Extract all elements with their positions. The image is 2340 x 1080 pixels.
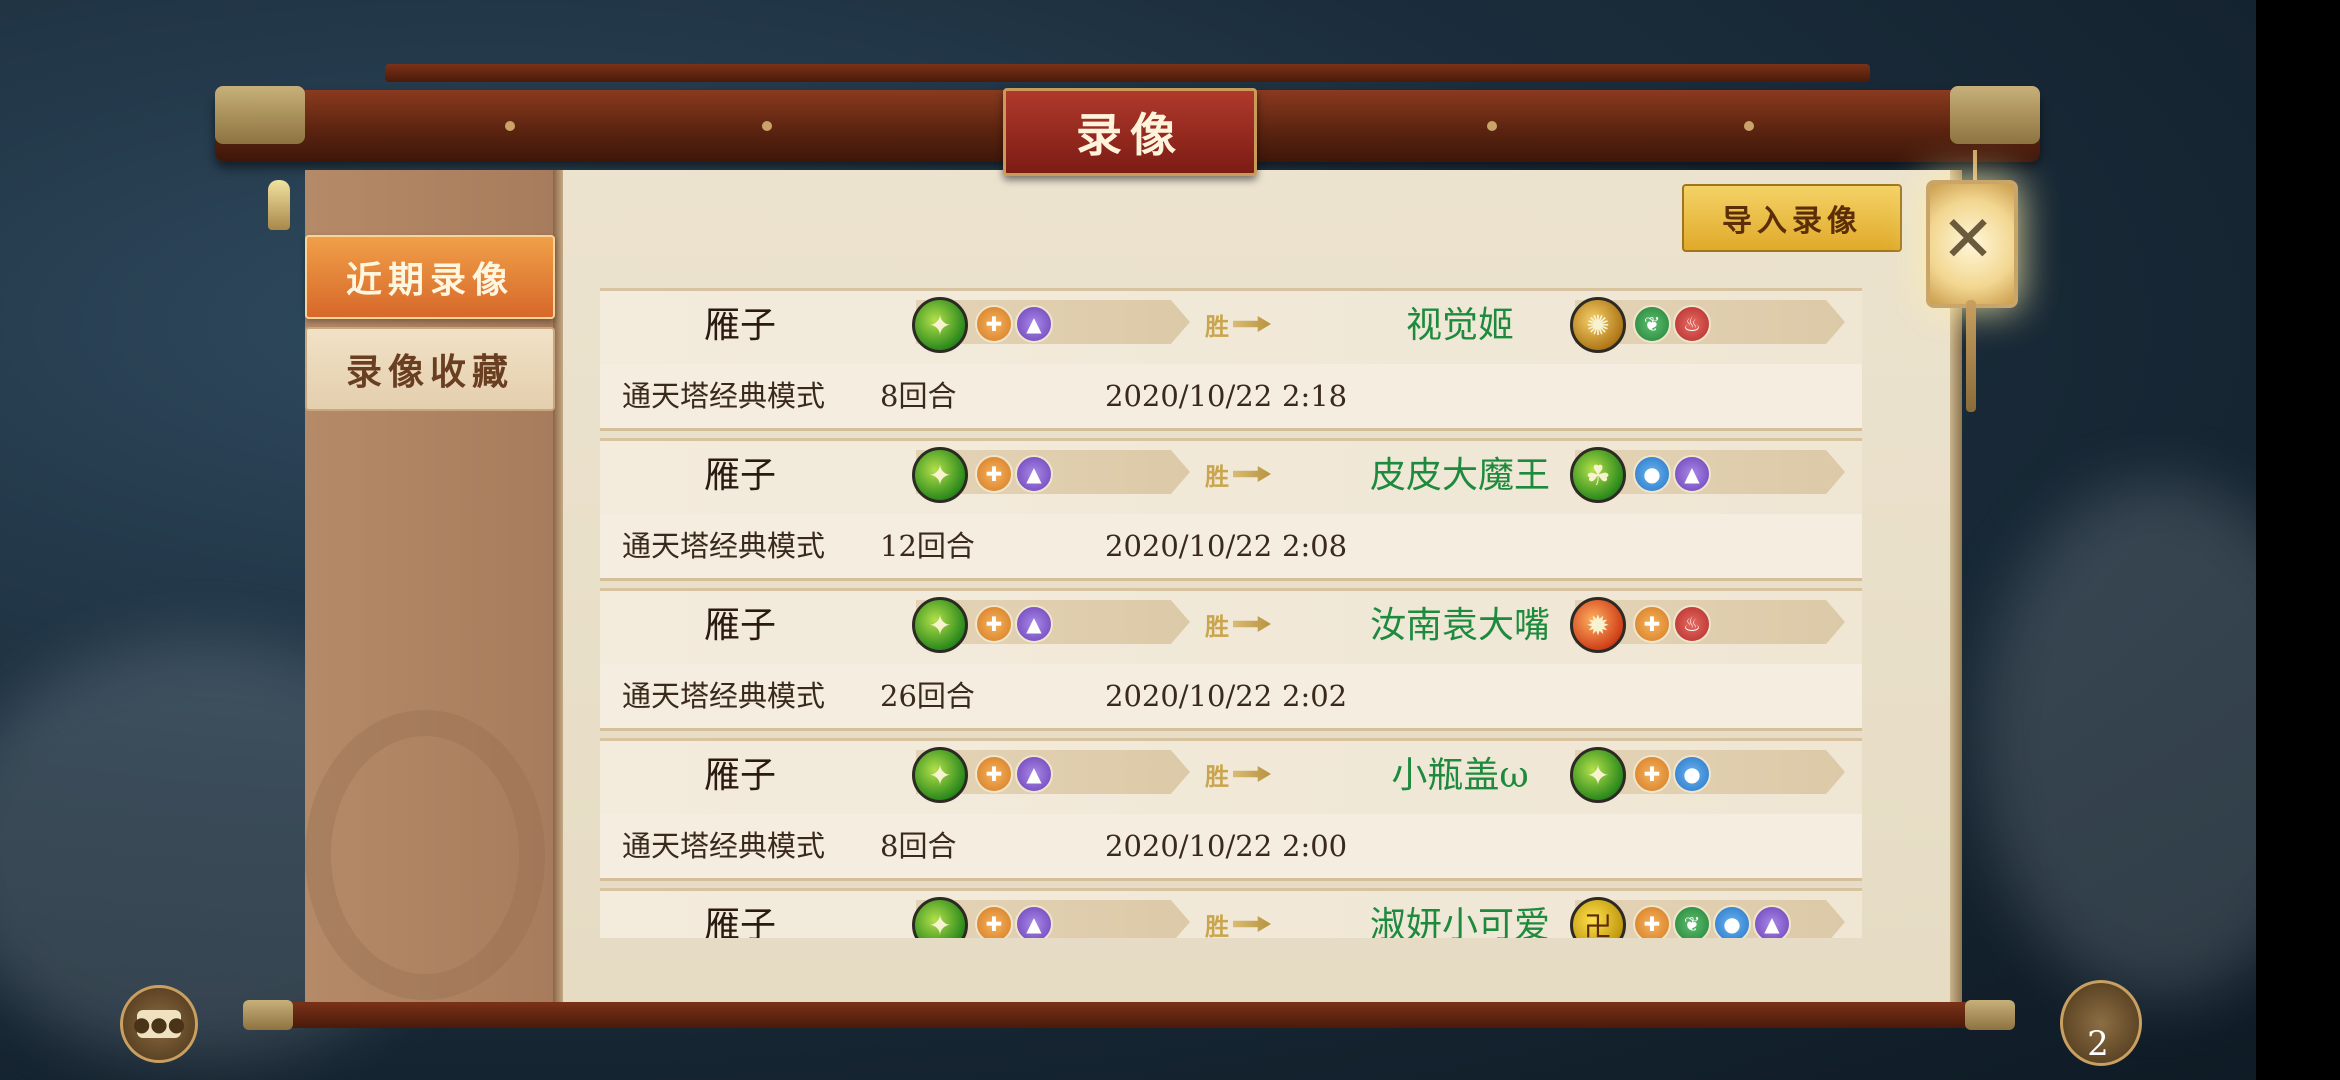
round-count: 8回合 xyxy=(880,379,957,413)
player1-name: 雁子 xyxy=(703,605,776,646)
skill-icon: ▲ xyxy=(1673,455,1711,493)
skill-icon: ♨ xyxy=(1673,305,1711,343)
player1-hero-avatar: ✦ xyxy=(912,447,968,503)
scroll-rod-cap-right xyxy=(1950,86,2040,144)
scroll-top-rod-thin xyxy=(385,64,1870,82)
win-arrow-icon xyxy=(1233,466,1271,482)
skill-icon: ✚ xyxy=(1633,905,1671,938)
game-mode: 通天塔经典模式 xyxy=(622,529,826,563)
win-indicator: 胜 xyxy=(1205,456,1275,492)
skill-icon: ♨ xyxy=(1673,605,1711,643)
replay-row[interactable]: 雁子 ✦ ✚ ▲ 胜 淑妍小可爱 卍 ✚ ❦ ● ▲ xyxy=(600,888,1862,938)
win-label: 胜 xyxy=(1205,911,1229,939)
win-arrow-icon xyxy=(1233,916,1271,932)
skill-icon: ▲ xyxy=(1015,755,1053,793)
player1-name: 雁子 xyxy=(703,905,776,938)
replay-date: 2020/10/22 xyxy=(1105,679,1273,713)
game-mode: 通天塔经典模式 xyxy=(622,829,826,863)
replay-date: 2020/10/22 xyxy=(1105,529,1273,563)
chat-icon: ●●● xyxy=(132,1010,186,1038)
round-count: 26回合 xyxy=(880,679,975,713)
replay-row[interactable]: 雁子 ✦ ✚ ▲ 胜 视觉姬 ✺ ❦ ♨ 通天塔经典模式 8回合 2020/10… xyxy=(600,288,1862,438)
bag-count: 2 xyxy=(2087,1024,2109,1064)
round-count: 12回合 xyxy=(880,529,975,563)
skill-icon: ✚ xyxy=(975,305,1013,343)
replay-list[interactable]: 雁子 ✦ ✚ ▲ 胜 视觉姬 ✺ ❦ ♨ 通天塔经典模式 8回合 2020/10… xyxy=(600,288,1862,938)
player2-hero-avatar: ✦ xyxy=(1570,747,1626,803)
sidebar-decoration xyxy=(305,710,545,1000)
skill-icon: ✚ xyxy=(1633,605,1671,643)
tab-recent-replays[interactable]: 近期录像 xyxy=(305,235,555,319)
scroll-bottom-cap-left xyxy=(243,1000,293,1030)
game-mode: 通天塔经典模式 xyxy=(622,379,826,413)
round-count: 8回合 xyxy=(880,829,957,863)
player1-hero-avatar: ✦ xyxy=(912,747,968,803)
close-icon[interactable]: ✕ xyxy=(1926,180,2010,300)
win-arrow-icon xyxy=(1233,616,1271,632)
skill-icon: ✚ xyxy=(975,755,1013,793)
win-label: 胜 xyxy=(1205,461,1229,491)
win-indicator: 胜 xyxy=(1205,756,1275,792)
skill-icon: ▲ xyxy=(1015,305,1053,343)
player1-name: 雁子 xyxy=(703,305,776,346)
player2-hero-avatar: ✹ xyxy=(1570,597,1626,653)
replay-time: 2:08 xyxy=(1282,529,1348,563)
page-title: 录像 xyxy=(1003,88,1257,176)
win-label: 胜 xyxy=(1205,611,1229,641)
win-arrow-icon xyxy=(1233,766,1271,782)
rod-ornament xyxy=(762,121,772,131)
skill-icon: ● xyxy=(1713,905,1751,938)
skill-icon: ❦ xyxy=(1673,905,1711,938)
skill-icon: ❦ xyxy=(1633,305,1671,343)
skill-icon: ● xyxy=(1673,755,1711,793)
import-replay-button[interactable]: 导入录像 xyxy=(1682,184,1902,252)
rod-ornament xyxy=(505,121,515,131)
screen-edge xyxy=(2256,0,2340,1080)
rod-ornament xyxy=(1487,121,1497,131)
win-label: 胜 xyxy=(1205,311,1229,341)
player1-name: 雁子 xyxy=(703,755,776,796)
skill-icon: ✚ xyxy=(975,455,1013,493)
replay-row[interactable]: 雁子 ✦ ✚ ▲ 胜 汝南袁大嘴 ✹ ✚ ♨ 通天塔经典模式 26回合 2020… xyxy=(600,588,1862,738)
replay-date: 2020/10/22 xyxy=(1105,379,1273,413)
replay-row[interactable]: 雁子 ✦ ✚ ▲ 胜 皮皮大魔王 ☘ ● ▲ 通天塔经典模式 12回合 2020… xyxy=(600,438,1862,588)
skill-icon: ▲ xyxy=(1015,605,1053,643)
skill-icon: ✚ xyxy=(1633,755,1671,793)
rod-ornament xyxy=(1744,121,1754,131)
skill-icon: ● xyxy=(1633,455,1671,493)
player1-hero-avatar: ✦ xyxy=(912,297,968,353)
replay-time: 2:00 xyxy=(1282,829,1348,863)
skill-icon: ▲ xyxy=(1015,455,1053,493)
replay-row[interactable]: 雁子 ✦ ✚ ▲ 胜 小瓶盖ω ✦ ✚ ● 通天塔经典模式 8回合 2020/1… xyxy=(600,738,1862,888)
game-mode: 通天塔经典模式 xyxy=(622,679,826,713)
win-indicator: 胜 xyxy=(1205,606,1275,642)
player1-hero-avatar: ✦ xyxy=(912,597,968,653)
chat-button[interactable]: ●●● xyxy=(120,985,198,1063)
skill-icon: ▲ xyxy=(1015,905,1053,938)
scroll-rod-cap-left xyxy=(215,86,305,144)
skill-icon: ✚ xyxy=(975,605,1013,643)
scroll-bottom-cap-right xyxy=(1965,1000,2015,1030)
replay-time: 2:02 xyxy=(1282,679,1348,713)
scroll-bottom-rod xyxy=(245,1002,1975,1028)
replay-time: 2:18 xyxy=(1282,379,1348,413)
win-arrow-icon xyxy=(1233,316,1271,332)
win-label: 胜 xyxy=(1205,761,1229,791)
win-indicator: 胜 xyxy=(1205,906,1275,938)
skill-icon: ▲ xyxy=(1753,905,1791,938)
lantern-tassel xyxy=(1966,300,1976,412)
win-indicator: 胜 xyxy=(1205,306,1275,342)
bell-icon xyxy=(268,180,290,230)
player2-hero-avatar: ☘ xyxy=(1570,447,1626,503)
tab-saved-replays[interactable]: 录像收藏 xyxy=(305,327,555,411)
skill-icon: ✚ xyxy=(975,905,1013,938)
replay-date: 2020/10/22 xyxy=(1105,829,1273,863)
player1-name: 雁子 xyxy=(703,455,776,496)
player2-hero-avatar: ✺ xyxy=(1570,297,1626,353)
